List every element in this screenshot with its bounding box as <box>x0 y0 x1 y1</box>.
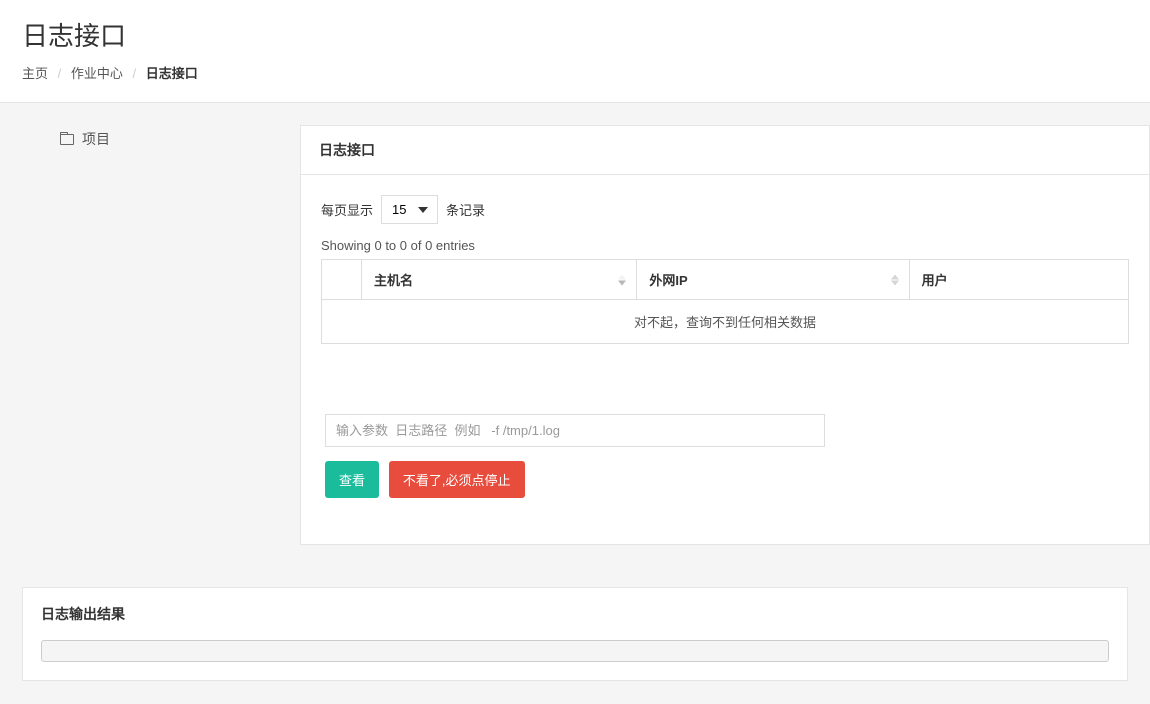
col-ip[interactable]: 外网IP <box>637 260 909 300</box>
col-host-label: 主机名 <box>374 273 413 288</box>
page-length-select[interactable]: 15 <box>381 195 438 224</box>
breadcrumb-mid[interactable]: 作业中心 <box>71 66 123 81</box>
breadcrumb-sep-icon: / <box>133 66 137 81</box>
page-length-select-wrap: 15 <box>381 195 438 224</box>
col-ip-label: 外网IP <box>649 273 687 288</box>
sort-desc-icon <box>618 274 626 285</box>
log-panel: 日志接口 每页显示 15 条记录 Showing 0 to 0 of 0 ent… <box>300 125 1150 545</box>
page-length-control: 每页显示 15 条记录 <box>321 195 1129 224</box>
sidebar-item-label: 项目 <box>82 129 110 149</box>
page-title: 日志接口 <box>22 16 1128 53</box>
breadcrumb: 主页 / 作业中心 / 日志接口 <box>22 63 1128 82</box>
breadcrumb-home[interactable]: 主页 <box>22 66 48 81</box>
panel-title: 日志接口 <box>301 126 1149 175</box>
breadcrumb-sep-icon: / <box>58 66 62 81</box>
sidebar-item-project[interactable]: 项目 <box>22 125 278 153</box>
empty-message: 对不起，查询不到任何相关数据 <box>322 300 1129 344</box>
col-user-label: 用户 <box>922 273 948 288</box>
table-row: 对不起，查询不到任何相关数据 <box>322 300 1129 344</box>
col-host[interactable]: 主机名 <box>362 260 637 300</box>
col-user[interactable]: 用户 <box>909 260 1128 300</box>
length-prefix-label: 每页显示 <box>321 200 373 219</box>
output-panel: 日志输出结果 <box>22 587 1128 681</box>
breadcrumb-active: 日志接口 <box>146 66 198 81</box>
output-box <box>41 640 1109 662</box>
stop-button[interactable]: 不看了,必须点停止 <box>389 461 525 498</box>
log-param-input[interactable] <box>325 414 825 447</box>
page-header: 日志接口 主页 / 作业中心 / 日志接口 <box>0 0 1150 103</box>
view-button[interactable]: 查看 <box>325 461 379 498</box>
length-suffix-label: 条记录 <box>446 200 485 219</box>
folder-icon <box>60 134 74 145</box>
output-title: 日志输出结果 <box>23 588 1127 640</box>
sidebar: 项目 <box>0 125 300 565</box>
table-info: Showing 0 to 0 of 0 entries <box>321 238 1129 253</box>
sort-icon <box>891 274 899 285</box>
col-checkbox <box>322 260 362 300</box>
log-table: 主机名 外网IP <box>321 259 1129 344</box>
